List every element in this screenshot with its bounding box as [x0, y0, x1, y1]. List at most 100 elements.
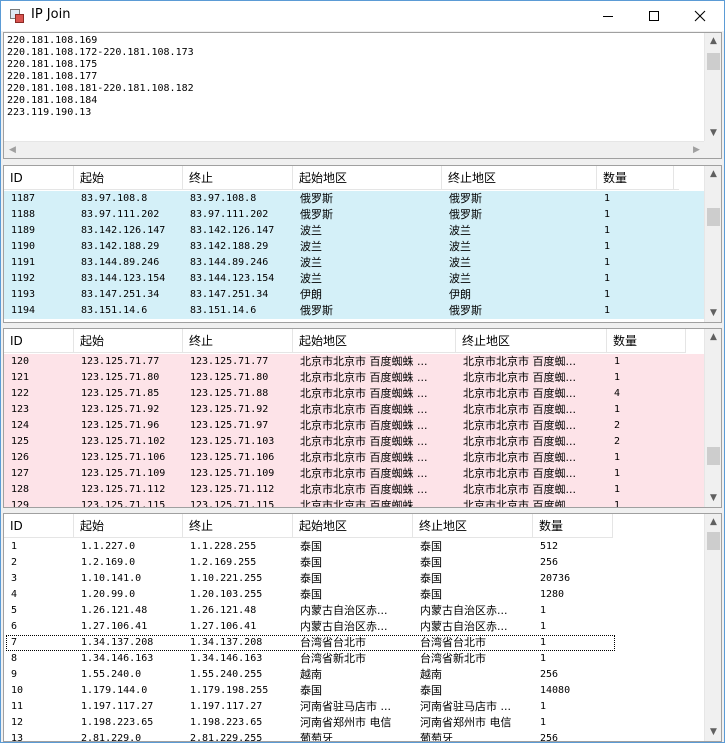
cell-start: 1.197.117.27 [81, 701, 154, 712]
scroll-thumb[interactable] [707, 208, 720, 226]
column-header-count[interactable]: 数量 [607, 329, 686, 353]
scroll-up-icon[interactable]: ▲ [705, 514, 721, 531]
ip-input-textbox[interactable]: 220.181.108.169 220.181.108.172-220.181.1… [3, 32, 722, 159]
table-row[interactable]: 1194 83.151.14.6 83.151.14.6 俄罗斯 俄罗斯 1 [4, 303, 705, 319]
horizontal-scrollbar[interactable]: ◀ ▶ [4, 141, 705, 158]
minimize-button[interactable] [585, 1, 631, 31]
scroll-up-icon[interactable]: ▲ [705, 329, 721, 346]
table-row[interactable]: 120 123.125.71.77 123.125.71.77 北京市北京市 百度蜘蛛… [4, 354, 705, 370]
ip-input-line: 220.181.108.172-220.181.108.173 [7, 47, 194, 58]
cell-count: 1 [540, 653, 547, 664]
ip-input-text[interactable]: 220.181.108.169 220.181.108.172-220.181.1… [7, 35, 194, 119]
table-row[interactable]: 12 1.198.223.65 1.198.223.65 河南省郑州市 电信 河南省郑州… [4, 715, 705, 731]
scroll-thumb[interactable] [707, 447, 720, 465]
title-bar[interactable]: IP Join [1, 1, 724, 31]
result-grid-top[interactable]: ID 起始 终止 起始地区 终止地区 数量 1187 83.97.108.8 83.97.10… [3, 165, 722, 323]
column-header-start-region[interactable]: 起始地区 [293, 166, 442, 190]
cell-start-region: 河南省驻马店市 ... [300, 700, 391, 713]
scroll-left-icon[interactable]: ◀ [4, 142, 21, 158]
cell-count: 512 [540, 541, 559, 552]
table-row[interactable]: 13 2.81.229.0 2.81.229.255 葡萄牙 葡萄牙 256 [4, 731, 705, 741]
table-row[interactable]: 1188 83.97.111.202 83.97.111.202 俄罗斯 俄罗斯 1 [4, 207, 705, 223]
table-row[interactable]: 1190 83.142.188.29 83.142.188.29 波兰 波兰 1 [4, 239, 705, 255]
cell-count: 1 [604, 209, 611, 220]
ip-input-line: 220.181.108.175 [7, 59, 98, 70]
cell-count: 1 [604, 289, 611, 300]
table-row[interactable]: 5 1.26.121.48 1.26.121.48 内蒙古自治区赤... 内蒙古自治区赤… [4, 603, 705, 619]
table-row[interactable]: 1192 83.144.123.154 83.144.123.154 波兰 波兰 1 [4, 271, 705, 287]
cell-start-region: 北京市北京市 百度蜘蛛 ... [300, 499, 428, 508]
column-header-end-region[interactable]: 终止地区 [442, 166, 597, 190]
column-header-count[interactable]: 数量 [533, 514, 613, 538]
vertical-scrollbar[interactable]: ▲ ▼ [704, 33, 721, 142]
column-header-id[interactable]: ID [4, 166, 74, 190]
scroll-up-icon[interactable]: ▲ [705, 166, 721, 183]
cell-count: 1 [614, 372, 621, 383]
scroll-down-icon[interactable]: ▼ [705, 490, 721, 507]
column-header-start-region[interactable]: 起始地区 [293, 329, 456, 353]
table-row[interactable]: 3 1.10.141.0 1.10.221.255 泰国 泰国 20736 [4, 571, 705, 587]
table-row[interactable]: 121 123.125.71.80 123.125.71.80 北京市北京市 百度蜘蛛… [4, 370, 705, 386]
table-row[interactable]: 11 1.197.117.27 1.197.117.27 河南省驻马店市 ... 河南省… [4, 699, 705, 715]
table-row[interactable]: 1189 83.142.126.147 83.142.126.147 波兰 波兰 1 [4, 223, 705, 239]
scroll-right-icon[interactable]: ▶ [688, 142, 705, 158]
cell-end-region: 北京市北京市 百度蜘... [463, 355, 576, 368]
column-header-end[interactable]: 终止 [183, 166, 293, 190]
table-row[interactable]: 1193 83.147.251.34 83.147.251.34 伊朗 伊朗 1 [4, 287, 705, 303]
scroll-down-icon[interactable]: ▼ [705, 305, 721, 322]
column-header-start[interactable]: 起始 [74, 329, 183, 353]
column-header-end-region[interactable]: 终止地区 [413, 514, 533, 538]
vertical-scrollbar[interactable]: ▲ ▼ [704, 166, 721, 322]
table-row[interactable]: 9 1.55.240.0 1.55.240.255 越南 越南 256 [4, 667, 705, 683]
table-row[interactable]: 1191 83.144.89.246 83.144.89.246 波兰 波兰 1 [4, 255, 705, 271]
table-row[interactable]: 129 123.125.71.115 123.125.71.115 北京市北京市 百度… [4, 498, 705, 508]
table-row[interactable]: 123 123.125.71.92 123.125.71.92 北京市北京市 百度蜘蛛… [4, 402, 705, 418]
table-row[interactable]: 10 1.179.144.0 1.179.198.255 泰国 泰国 14080 [4, 683, 705, 699]
vertical-scrollbar[interactable]: ▲ ▼ [704, 514, 721, 741]
table-row[interactable]: 7 1.34.137.208 1.34.137.208 台湾省台北市 台湾省台北市 1 [4, 635, 705, 651]
scroll-down-icon[interactable]: ▼ [705, 125, 721, 142]
cell-start-region: 北京市北京市 百度蜘蛛 ... [300, 467, 428, 480]
cell-id: 8 [11, 653, 18, 664]
column-header-end[interactable]: 终止 [183, 514, 293, 538]
column-header-start-region[interactable]: 起始地区 [293, 514, 413, 538]
result-grid-middle[interactable]: ID 起始 终止 起始地区 终止地区 数量 120 123.125.71.77 123.125… [3, 328, 722, 508]
table-row[interactable]: 125 123.125.71.102 123.125.71.103 北京市北京市 百度… [4, 434, 705, 450]
column-header-id[interactable]: ID [4, 329, 74, 353]
scroll-down-icon[interactable]: ▼ [705, 724, 721, 741]
vertical-scrollbar[interactable]: ▲ ▼ [704, 329, 721, 507]
cell-end-region: 泰国 [420, 540, 442, 553]
table-row[interactable]: 4 1.20.99.0 1.20.103.255 泰国 泰国 1280 [4, 587, 705, 603]
cell-count: 2 [614, 420, 621, 431]
cell-end: 1.20.103.255 [190, 589, 263, 600]
scroll-thumb[interactable] [707, 532, 720, 550]
table-row[interactable]: 1 1.1.227.0 1.1.228.255 泰国 泰国 512 [4, 539, 705, 555]
table-row[interactable]: 8 1.34.146.163 1.34.146.163 台湾省新北市 台湾省新北市 1 [4, 651, 705, 667]
scroll-up-icon[interactable]: ▲ [705, 33, 721, 50]
cell-end: 1.26.121.48 [190, 605, 257, 616]
table-row[interactable]: 6 1.27.106.41 1.27.106.41 内蒙古自治区赤... 内蒙古自治区赤… [4, 619, 705, 635]
column-header-start[interactable]: 起始 [74, 166, 183, 190]
cell-end: 1.34.137.208 [190, 637, 263, 648]
column-header-count[interactable]: 数量 [597, 166, 674, 190]
table-row[interactable]: 1187 83.97.108.8 83.97.108.8 俄罗斯 俄罗斯 1 [4, 191, 705, 207]
close-button[interactable] [677, 1, 723, 31]
maximize-button[interactable] [631, 1, 677, 31]
column-header-start[interactable]: 起始 [74, 514, 183, 538]
table-row[interactable]: 2 1.2.169.0 1.2.169.255 泰国 泰国 256 [4, 555, 705, 571]
column-header-end-region[interactable]: 终止地区 [456, 329, 607, 353]
cell-start: 123.125.71.96 [81, 420, 160, 431]
table-row[interactable]: 124 123.125.71.96 123.125.71.97 北京市北京市 百度蜘蛛… [4, 418, 705, 434]
table-row[interactable]: 126 123.125.71.106 123.125.71.106 北京市北京市 百度… [4, 450, 705, 466]
ip-input-line: 220.181.108.184 [7, 95, 98, 106]
column-header-id[interactable]: ID [4, 514, 74, 538]
table-row[interactable]: 127 123.125.71.109 123.125.71.109 北京市北京市 百度… [4, 466, 705, 482]
cell-count: 1 [604, 273, 611, 284]
table-row[interactable]: 128 123.125.71.112 123.125.71.112 北京市北京市 百度… [4, 482, 705, 498]
cell-id: 1 [11, 541, 18, 552]
cell-end: 83.151.14.6 [190, 305, 257, 316]
column-header-end[interactable]: 终止 [183, 329, 293, 353]
scroll-thumb[interactable] [707, 53, 720, 70]
result-grid-bottom[interactable]: ID 起始 终止 起始地区 终止地区 数量 1 1.1.227.0 1.1.228.255 泰国… [3, 513, 722, 742]
table-row[interactable]: 122 123.125.71.85 123.125.71.88 北京市北京市 百度蜘蛛… [4, 386, 705, 402]
